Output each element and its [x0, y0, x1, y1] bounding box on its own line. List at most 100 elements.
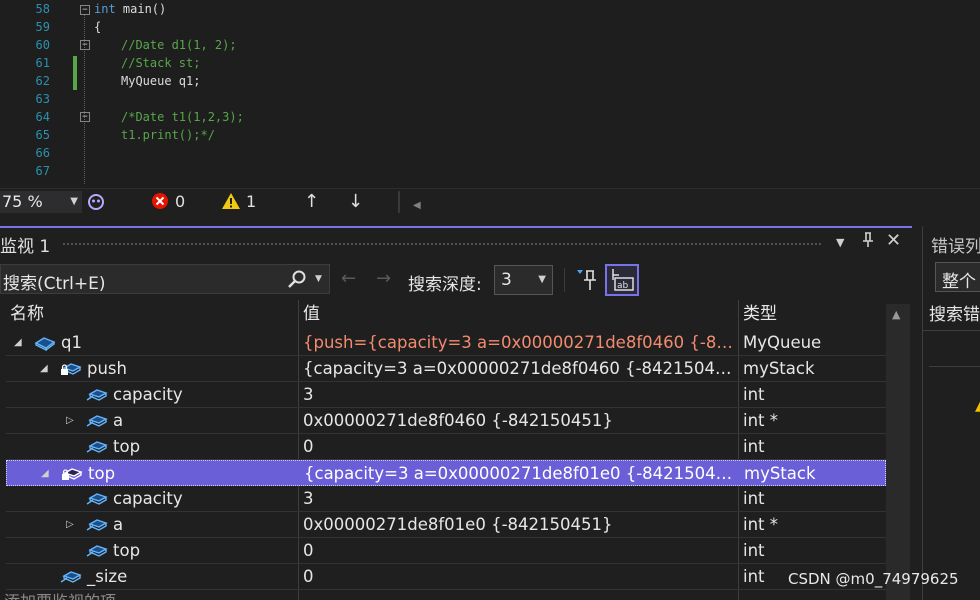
watch-row[interactable]: ◢ push {capacity=3 a=0x00000271de8f0460 …	[6, 356, 886, 382]
arrow-up-icon[interactable]: ↑	[304, 192, 319, 212]
search-placeholder: 搜索(Ctrl+E)	[3, 274, 106, 294]
column-header-name[interactable]: 名称	[6, 300, 298, 328]
expand-triangle-icon[interactable]: ▷	[66, 512, 74, 537]
code-line[interactable]: MyQueue q1;	[121, 74, 200, 88]
watermark: CSDN @m0_74979625	[788, 570, 959, 588]
arrow-right-icon[interactable]: →	[376, 268, 391, 289]
code-line[interactable]: t1.print();*/	[121, 128, 215, 142]
title-grip[interactable]	[62, 242, 822, 247]
chevron-down-icon[interactable]: ▼	[315, 274, 322, 284]
zoom-dropdown[interactable]: 75 % ▼	[0, 191, 82, 213]
field-icon	[86, 545, 108, 557]
fold-toggle-icon[interactable]: −	[80, 5, 90, 15]
arrow-left-icon[interactable]: ←	[341, 268, 356, 289]
watch-row[interactable]: _size 0 int	[6, 564, 886, 590]
type-cell: MyQueue	[743, 333, 822, 352]
pin-filter-icon[interactable]	[576, 268, 598, 292]
line-number: 63	[35, 92, 50, 106]
line-number-gutter: 58 59 60 61 62 63 64 65 66 67	[0, 0, 58, 188]
changed-lines-marker	[73, 56, 77, 90]
line-number: 62	[35, 74, 50, 88]
add-watch-item[interactable]: 添加要监视的项	[4, 588, 116, 600]
watch-row[interactable]: top 0 int	[6, 538, 886, 564]
watch-row[interactable]: ◢ q1 {push={capacity=3 a=0x00000271de8f0…	[6, 330, 886, 356]
value-cell[interactable]: {capacity=3 a=0x00000271de8f01e0 {-84215…	[304, 461, 736, 486]
value-cell[interactable]: 3	[303, 486, 735, 511]
column-header-value[interactable]: 值	[299, 300, 738, 328]
code-line[interactable]: int main()	[94, 2, 166, 16]
row-name: top	[88, 464, 116, 483]
error-scope-value: 整个	[942, 272, 976, 292]
close-icon[interactable]: ✕	[886, 230, 901, 251]
value-cell[interactable]: 0	[303, 434, 735, 459]
error-scope-select[interactable]: 整个	[935, 262, 980, 292]
scroll-left-icon[interactable]: ◀	[413, 196, 421, 216]
code-line[interactable]: {	[94, 20, 101, 34]
code-line[interactable]: //Date d1(1, 2);	[121, 38, 237, 52]
search-depth-select[interactable]: 3 ▼	[494, 265, 553, 295]
collapse-triangle-icon[interactable]: ◢	[14, 330, 22, 355]
name-cell: ◢ top	[7, 461, 299, 486]
editor-status-bar: 75 % ▼ 0 1 ↑ ↓ ◀	[0, 188, 980, 214]
error-icon[interactable]	[151, 192, 169, 210]
line-number: 67	[35, 164, 50, 178]
value-cell[interactable]: 0	[303, 538, 735, 563]
pin-icon[interactable]	[862, 232, 874, 252]
type-cell: myStack	[744, 464, 816, 483]
watch-row[interactable]: top 0 int	[6, 434, 886, 460]
protected-field-icon	[61, 363, 82, 375]
row-name: a	[113, 515, 124, 534]
field-icon	[86, 389, 108, 401]
type-cell: int	[743, 541, 765, 560]
watch-row-selected[interactable]: ◢ top {capacity=3 a=0x00000271de8f01e0 {…	[6, 460, 886, 486]
column-header-type[interactable]: 类型	[739, 300, 886, 328]
expand-triangle-icon[interactable]: ▷	[66, 408, 74, 433]
name-cell: ◢ q1	[6, 330, 298, 355]
name-cell: ▷ a	[6, 512, 298, 537]
code-text: main()	[115, 2, 167, 16]
code-line[interactable]: //Stack st;	[121, 56, 200, 70]
vertical-scrollbar[interactable]: ▲	[886, 304, 910, 600]
divider	[929, 366, 980, 367]
code-line[interactable]: /*Date t1(1,2,3);	[121, 110, 244, 124]
name-cell: top	[6, 434, 298, 459]
zoom-value: 75 %	[2, 192, 43, 211]
code-editor[interactable]: 58 59 60 61 62 63 64 65 66 67 − − − int …	[0, 0, 980, 188]
field-icon	[60, 571, 82, 583]
search-icon[interactable]	[287, 270, 307, 290]
watch-title: 监视 1	[0, 237, 51, 257]
fold-toggle-icon[interactable]: −	[80, 112, 90, 122]
row-name: q1	[61, 333, 82, 352]
watch-row[interactable]: capacity 3 int	[6, 382, 886, 408]
scroll-up-icon[interactable]: ▲	[892, 308, 900, 321]
name-cell: capacity	[6, 382, 298, 407]
watch-row[interactable]: ▷ a 0x00000271de8f01e0 {-842150451} int …	[6, 512, 886, 538]
fold-toggle-icon[interactable]: −	[80, 40, 90, 50]
collapse-triangle-icon[interactable]: ◢	[41, 461, 49, 486]
keyword: int	[94, 2, 116, 16]
line-number: 66	[35, 146, 50, 160]
error-search-header[interactable]: 搜索错	[929, 300, 980, 325]
value-cell[interactable]: 0	[303, 564, 735, 589]
class-icon	[34, 337, 56, 351]
value-cell[interactable]: {capacity=3 a=0x00000271de8f0460 {-84215…	[303, 356, 735, 381]
window-menu-icon[interactable]: ▼	[836, 236, 844, 249]
search-input[interactable]: 搜索(Ctrl+E) ▼	[0, 264, 330, 294]
warning-icon[interactable]	[221, 192, 241, 210]
watch-row[interactable]: ▷ a 0x00000271de8f0460 {-842150451} int …	[6, 408, 886, 434]
field-icon	[86, 415, 108, 427]
value-cell[interactable]: 3	[303, 382, 735, 407]
line-number: 60	[35, 38, 50, 52]
field-icon	[86, 519, 108, 531]
type-cell: int *	[743, 411, 779, 430]
type-cell: int *	[743, 515, 779, 534]
value-cell[interactable]: 0x00000271de8f0460 {-842150451}	[303, 408, 735, 433]
value-cell[interactable]: {push={capacity=3 a=0x00000271de8f0460 {…	[303, 330, 735, 355]
type-cell: myStack	[743, 359, 815, 378]
value-cell[interactable]: 0x00000271de8f01e0 {-842150451}	[303, 512, 735, 537]
arrow-down-icon[interactable]: ↓	[348, 192, 363, 212]
view-as-text-toggle[interactable]: ab	[605, 264, 639, 296]
collapse-triangle-icon[interactable]: ◢	[40, 356, 48, 381]
copilot-icon[interactable]	[86, 193, 106, 211]
watch-row[interactable]: capacity 3 int	[6, 486, 886, 512]
